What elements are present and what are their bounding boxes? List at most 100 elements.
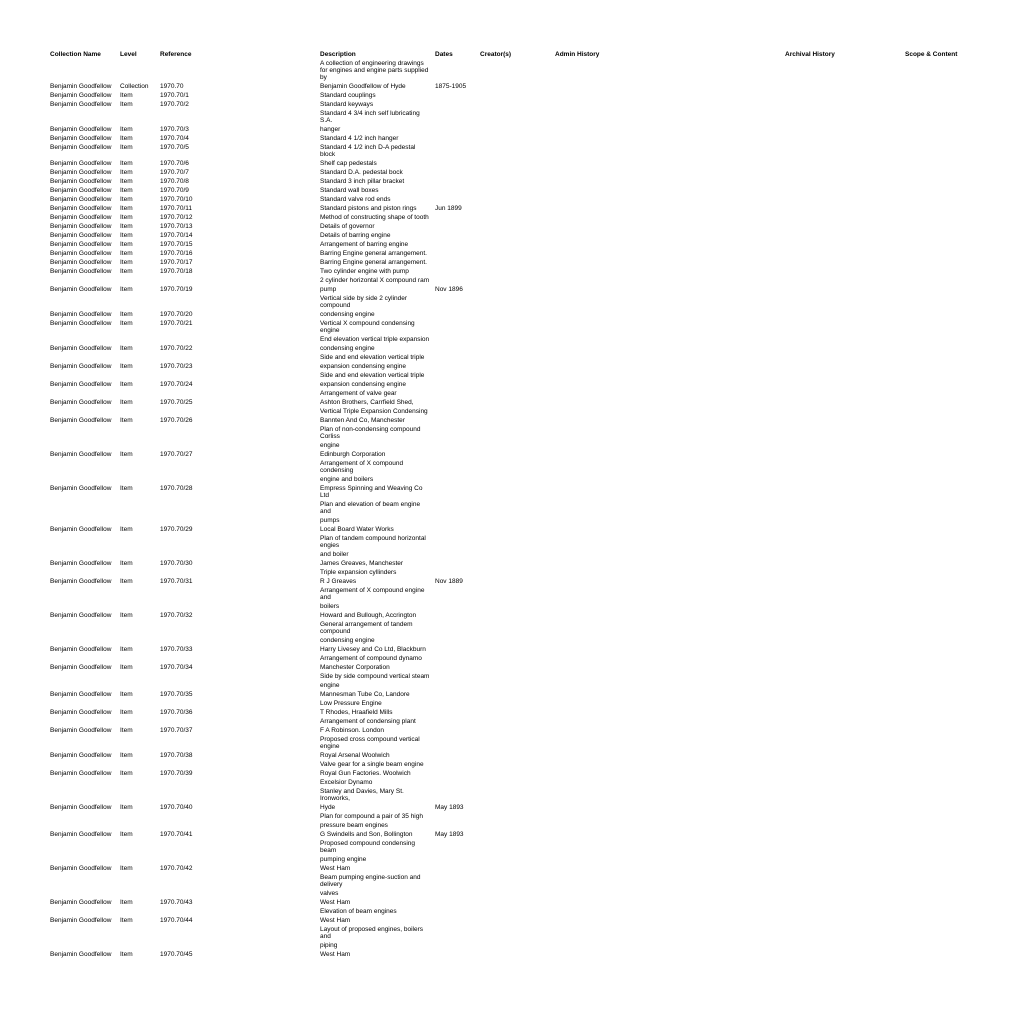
- cell-level: Item: [120, 864, 160, 873]
- cell-description: condensing engine: [320, 310, 435, 319]
- cell-description: piping: [320, 941, 435, 950]
- cell-reference: 1970.70/24: [160, 380, 320, 389]
- cell-level: [120, 516, 160, 525]
- cell-dates: [435, 516, 480, 525]
- table-row: Arrangement of X compound condensing: [50, 459, 970, 475]
- cell-dates: [435, 249, 480, 258]
- cell-empty: [555, 475, 785, 484]
- cell-dates: [435, 717, 480, 726]
- header-row: Collection Name Level Reference Descript…: [50, 50, 970, 59]
- cell-dates: May 1893: [435, 830, 480, 839]
- table-row: Benjamin GoodfellowItem1970.70/37F A Rob…: [50, 726, 970, 735]
- header-description: Description: [320, 50, 435, 59]
- cell-empty: [555, 500, 785, 516]
- cell-description: engine and boilers: [320, 475, 435, 484]
- cell-level: Item: [120, 690, 160, 699]
- cell-level: Item: [120, 525, 160, 534]
- cell-reference: [160, 371, 320, 380]
- cell-empty: [555, 91, 785, 100]
- cell-reference: [160, 941, 320, 950]
- table-row: boilers: [50, 602, 970, 611]
- cell-empty: [555, 143, 785, 159]
- cell-level: [120, 812, 160, 821]
- cell-empty: [905, 769, 970, 778]
- table-row: Layout of proposed engines, boilers and: [50, 925, 970, 941]
- cell-dates: [435, 500, 480, 516]
- cell-empty: [905, 319, 970, 335]
- cell-level: Item: [120, 231, 160, 240]
- cell-description: Excelsior Dynamo: [320, 778, 435, 787]
- cell-description: Arrangement of barring engine: [320, 240, 435, 249]
- cell-empty: [785, 663, 905, 672]
- cell-empty: [785, 310, 905, 319]
- cell-empty: [785, 611, 905, 620]
- cell-description: Side by side compound vertical steam: [320, 672, 435, 681]
- cell-description: F A Robinson. London: [320, 726, 435, 735]
- cell-empty: [905, 873, 970, 889]
- cell-collection: [50, 735, 120, 751]
- cell-empty: [555, 168, 785, 177]
- cell-dates: [435, 168, 480, 177]
- cell-dates: [435, 319, 480, 335]
- cell-empty: [555, 602, 785, 611]
- cell-level: [120, 855, 160, 864]
- cell-creator: [480, 950, 555, 959]
- cell-reference: [160, 787, 320, 803]
- cell-description: Hyde: [320, 803, 435, 812]
- header-dates: Dates: [435, 50, 480, 59]
- cell-collection: Benjamin Goodfellow: [50, 213, 120, 222]
- cell-reference: 1970.70/10: [160, 195, 320, 204]
- cell-empty: [555, 516, 785, 525]
- cell-description: Standard D.A. pedestal bock: [320, 168, 435, 177]
- cell-dates: 1875-1905: [435, 82, 480, 91]
- cell-reference: 1970.70/35: [160, 690, 320, 699]
- cell-empty: [785, 941, 905, 950]
- cell-empty: [785, 249, 905, 258]
- cell-collection: Benjamin Goodfellow: [50, 240, 120, 249]
- cell-creator: [480, 568, 555, 577]
- cell-collection: Benjamin Goodfellow: [50, 143, 120, 159]
- cell-dates: [435, 681, 480, 690]
- cell-level: Item: [120, 362, 160, 371]
- cell-empty: [555, 258, 785, 267]
- cell-empty: [905, 258, 970, 267]
- cell-dates: [435, 380, 480, 389]
- cell-empty: [905, 855, 970, 864]
- cell-empty: [905, 812, 970, 821]
- cell-empty: [905, 125, 970, 134]
- cell-description: Local Board Water Works: [320, 525, 435, 534]
- cell-collection: Benjamin Goodfellow: [50, 898, 120, 907]
- cell-empty: [905, 159, 970, 168]
- cell-collection: [50, 681, 120, 690]
- cell-reference: [160, 294, 320, 310]
- cell-empty: [785, 416, 905, 425]
- cell-empty: [785, 362, 905, 371]
- cell-empty: [785, 636, 905, 645]
- cell-collection: Benjamin Goodfellow: [50, 645, 120, 654]
- table-row: engine and boilers: [50, 475, 970, 484]
- cell-empty: [555, 916, 785, 925]
- table-row: Vertical side by side 2 cylinder compoun…: [50, 294, 970, 310]
- cell-collection: [50, 839, 120, 855]
- table-row: Benjamin GoodfellowItem1970.70/27Edinbur…: [50, 450, 970, 459]
- cell-description: Standard 3 inch pillar bracket: [320, 177, 435, 186]
- cell-empty: [785, 769, 905, 778]
- cell-empty: [905, 681, 970, 690]
- cell-empty: [785, 258, 905, 267]
- cell-collection: Benjamin Goodfellow: [50, 525, 120, 534]
- cell-level: Item: [120, 450, 160, 459]
- cell-empty: [555, 636, 785, 645]
- cell-empty: [785, 620, 905, 636]
- cell-creator: [480, 672, 555, 681]
- cell-dates: Jun 1899: [435, 204, 480, 213]
- table-body: A collection of engineering drawings for…: [50, 59, 970, 959]
- cell-collection: Benjamin Goodfellow: [50, 380, 120, 389]
- cell-empty: [905, 195, 970, 204]
- cell-collection: Benjamin Goodfellow: [50, 484, 120, 500]
- cell-empty: [785, 654, 905, 663]
- cell-empty: [555, 425, 785, 441]
- cell-level: [120, 681, 160, 690]
- cell-reference: [160, 821, 320, 830]
- table-row: Benjamin GoodfellowItem1970.70/22condens…: [50, 344, 970, 353]
- cell-creator: [480, 353, 555, 362]
